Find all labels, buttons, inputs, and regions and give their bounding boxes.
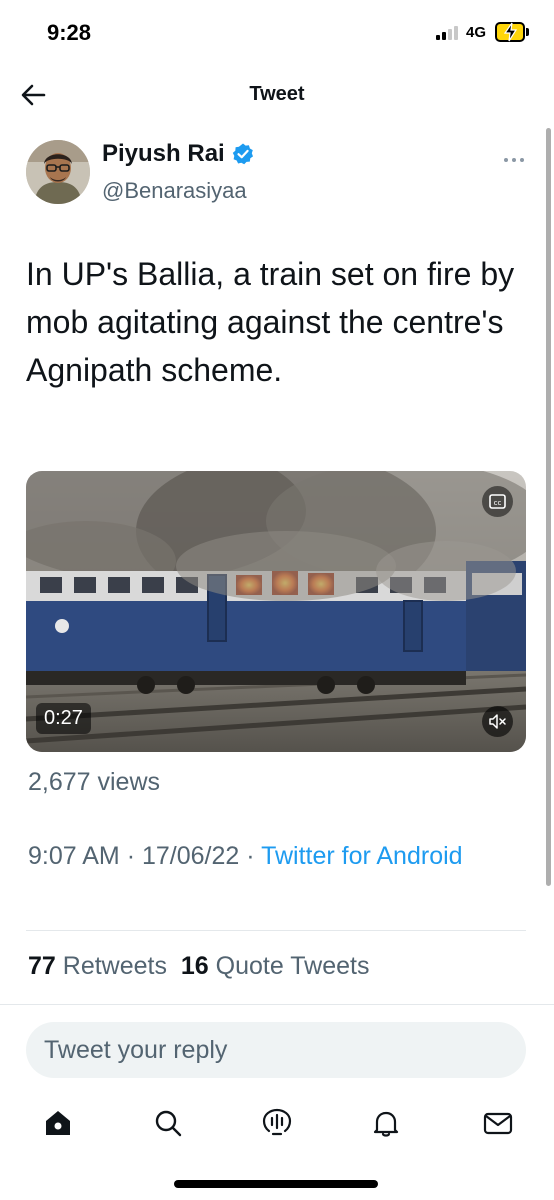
search-icon xyxy=(155,1110,182,1137)
tweet-source-link[interactable]: Twitter for Android xyxy=(261,842,462,870)
messages-icon xyxy=(483,1112,513,1135)
home-indicator xyxy=(174,1180,378,1188)
avatar-image xyxy=(26,140,90,204)
tab-spaces[interactable] xyxy=(261,1107,293,1139)
home-icon xyxy=(46,1111,70,1135)
quotes-stat[interactable]: 16 Quote Tweets xyxy=(181,952,370,980)
captions-button[interactable]: cc xyxy=(482,486,513,517)
quotes-count: 16 xyxy=(180,952,209,980)
tab-messages[interactable] xyxy=(482,1107,514,1139)
mute-button[interactable] xyxy=(482,706,513,737)
tab-search[interactable] xyxy=(152,1107,184,1139)
tweet-author: Piyush Rai @Benarasiyaa xyxy=(26,140,526,210)
tab-notifications[interactable] xyxy=(370,1107,402,1139)
page-title: Tweet xyxy=(249,83,305,105)
video-thumbnail xyxy=(26,471,526,752)
bottom-tab-bar xyxy=(0,1095,554,1155)
reply-input[interactable]: Tweet your reply xyxy=(26,1022,526,1078)
speaker-muted-icon xyxy=(489,714,506,729)
avatar[interactable] xyxy=(26,140,90,204)
battery-tip xyxy=(526,28,529,36)
tweet-date: 17/06/22 xyxy=(141,842,240,870)
signal-icon xyxy=(436,26,458,40)
author-name-row[interactable]: Piyush Rai xyxy=(102,140,255,168)
meta-separator: · xyxy=(246,842,255,870)
meta-separator: · xyxy=(126,842,136,870)
tab-home[interactable] xyxy=(42,1107,74,1139)
nav-header: Tweet xyxy=(0,66,554,124)
view-count: 2,677 views xyxy=(28,768,161,796)
svg-text:cc: cc xyxy=(494,499,502,507)
tweet-text: In UP's Ballia, a train set on fire by m… xyxy=(26,256,515,388)
retweets-label: Retweets xyxy=(62,952,167,980)
tweet-stats: 77 Retweets 16 Quote Tweets xyxy=(28,952,369,981)
more-options-button[interactable] xyxy=(502,144,526,170)
quotes-label: Quote Tweets xyxy=(215,952,370,980)
retweets-count: 77 xyxy=(28,952,56,980)
divider xyxy=(0,1004,554,1005)
spaces-icon xyxy=(262,1108,292,1136)
charging-bolt-icon xyxy=(503,22,518,42)
verified-badge-icon xyxy=(232,143,253,165)
divider xyxy=(26,930,526,931)
retweets-stat[interactable]: 77 Retweets xyxy=(28,952,167,980)
author-name: Piyush Rai xyxy=(102,140,225,167)
status-time: 9:28 xyxy=(47,20,92,45)
battery-icon xyxy=(495,22,525,42)
scrollbar[interactable] xyxy=(546,128,551,886)
notifications-icon xyxy=(373,1111,399,1137)
author-handle[interactable]: @Benarasiyaa xyxy=(102,178,247,204)
closed-captions-icon: cc xyxy=(489,494,506,509)
more-dots-icon xyxy=(504,158,524,162)
tweet-time: 9:07 AM xyxy=(28,842,120,870)
tweet-video[interactable]: cc 0:27 xyxy=(26,471,526,752)
tweet-meta: 9:07 AM · 17/06/22 · Twitter for Android xyxy=(28,838,528,874)
network-label: 4G xyxy=(466,24,487,41)
video-duration: 0:27 xyxy=(36,703,91,734)
status-bar: 9:28 4G xyxy=(0,0,554,66)
